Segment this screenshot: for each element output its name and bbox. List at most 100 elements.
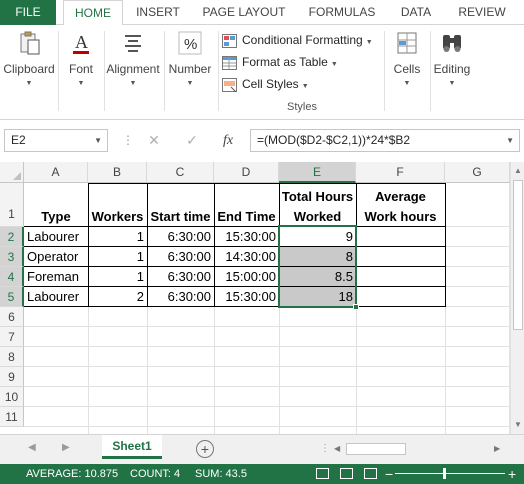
horizontal-scroll-thumb[interactable]	[346, 443, 406, 455]
row-header-2[interactable]: 2	[0, 227, 24, 247]
vertical-scroll-thumb[interactable]	[513, 180, 523, 330]
column-header-g[interactable]: G	[445, 162, 510, 183]
clipboard-button[interactable]: Clipboard ▼	[2, 29, 56, 89]
cell-b3[interactable]: 1	[88, 247, 147, 267]
cancel-button[interactable]: ✕	[142, 129, 166, 152]
cell-a4[interactable]: Foreman	[24, 267, 88, 287]
enter-button[interactable]: ✓	[180, 129, 204, 152]
cell-e1-line2[interactable]: Worked	[279, 207, 356, 227]
scroll-up-icon[interactable]: ▲	[511, 164, 524, 178]
zoom-slider-knob[interactable]	[443, 468, 446, 479]
row-header-10[interactable]: 10	[0, 387, 24, 407]
cell-a5[interactable]: Labourer	[24, 287, 88, 307]
worksheet-grid[interactable]: A B C D E F G 1 2 3 4 5 6 7 8 9 10 11 Ty…	[0, 162, 510, 434]
column-header-c[interactable]: C	[147, 162, 214, 183]
column-header-a[interactable]: A	[24, 162, 88, 183]
row-header-3[interactable]: 3	[0, 247, 24, 267]
tab-split-grip[interactable]: ⋮	[320, 443, 330, 454]
sheet-tab-sheet1[interactable]: Sheet1	[102, 435, 162, 459]
insert-function-button[interactable]: fx	[216, 129, 240, 152]
tab-home[interactable]: HOME	[63, 0, 123, 26]
chevron-down-icon[interactable]: ▼	[506, 130, 514, 151]
cell-d5[interactable]: 15:30:00	[214, 287, 279, 307]
column-header-f[interactable]: F	[356, 162, 445, 183]
select-all-corner[interactable]	[0, 162, 24, 183]
gridline	[24, 366, 510, 367]
tab-formulas[interactable]: FORMULAS	[302, 0, 382, 25]
editing-label: Editing	[433, 62, 471, 76]
tab-review[interactable]: REVIEW	[450, 0, 514, 25]
font-icon: A	[67, 29, 95, 57]
cell-e1-line1[interactable]: Total Hours	[279, 187, 356, 207]
chevron-down-icon[interactable]: ▼	[94, 130, 102, 151]
cell-f1-line2[interactable]: Work hours	[356, 207, 445, 227]
cell-c5[interactable]: 6:30:00	[147, 287, 214, 307]
scroll-right-icon[interactable]: ▶	[494, 441, 500, 457]
cell-styles-button[interactable]: Cell Styles ▼	[222, 73, 382, 95]
cell-b2[interactable]: 1	[88, 227, 147, 247]
column-header-e[interactable]: E	[279, 162, 356, 183]
cell-c3[interactable]: 6:30:00	[147, 247, 214, 267]
cells-button[interactable]: Cells ▼	[386, 29, 428, 89]
cell-d2[interactable]: 15:30:00	[214, 227, 279, 247]
font-button[interactable]: A Font ▼	[60, 29, 102, 89]
format-as-table-button[interactable]: Format as Table ▼	[222, 51, 382, 73]
row-header-11[interactable]: 11	[0, 407, 24, 427]
row-header-8[interactable]: 8	[0, 347, 24, 367]
cell-a1[interactable]: Type	[24, 207, 88, 227]
page-break-view-icon[interactable]	[364, 468, 377, 479]
conditional-formatting-button[interactable]: Conditional Formatting ▼	[222, 29, 382, 51]
column-header-b[interactable]: B	[88, 162, 147, 183]
cell-b5[interactable]: 2	[88, 287, 147, 307]
cell-c1[interactable]: Start time	[147, 207, 214, 227]
row-header-4[interactable]: 4	[0, 267, 24, 287]
format-as-table-label: Format as Table	[242, 55, 328, 69]
sheet-next-icon[interactable]: ▶	[62, 442, 70, 453]
row-header-9[interactable]: 9	[0, 367, 24, 387]
row-header-6[interactable]: 6	[0, 307, 24, 327]
row-header-7[interactable]: 7	[0, 327, 24, 347]
ribbon-tab-bar: FILE HOME INSERT PAGE LAYOUT FORMULAS DA…	[0, 0, 524, 26]
formula-input[interactable]: =(MOD($D2-$C2,1))*24*$B2 ▼	[250, 129, 520, 152]
formula-bar-grip[interactable]: ⋮	[122, 132, 134, 148]
row-header-1[interactable]: 1	[0, 183, 24, 227]
row-header-5[interactable]: 5	[0, 287, 24, 307]
format-as-table-icon	[222, 55, 237, 70]
page-layout-view-icon[interactable]	[340, 468, 353, 479]
number-label: Number	[168, 62, 212, 76]
cell-d3[interactable]: 14:30:00	[214, 247, 279, 267]
editing-button[interactable]: Editing ▼	[430, 29, 474, 89]
cell-b1[interactable]: Workers	[88, 207, 147, 227]
zoom-slider[interactable]	[395, 473, 505, 474]
cell-a2[interactable]: Labourer	[24, 227, 88, 247]
add-sheet-icon[interactable]: +	[196, 440, 214, 458]
zoom-out-icon[interactable]: −	[385, 464, 393, 484]
clipboard-icon	[15, 29, 43, 57]
normal-view-icon[interactable]	[316, 468, 329, 479]
zoom-in-icon[interactable]: +	[508, 464, 516, 484]
tab-file[interactable]: FILE	[0, 0, 56, 25]
gridline	[24, 326, 510, 327]
name-box[interactable]: E2 ▼	[4, 129, 108, 152]
scroll-down-icon[interactable]: ▼	[511, 418, 524, 432]
column-header-d[interactable]: D	[214, 162, 279, 183]
tab-page-layout[interactable]: PAGE LAYOUT	[196, 0, 292, 25]
cell-b4[interactable]: 1	[88, 267, 147, 287]
tab-insert[interactable]: INSERT	[130, 0, 186, 25]
scroll-left-icon[interactable]: ◀	[334, 441, 340, 457]
sheet-prev-icon[interactable]: ◀	[28, 442, 36, 453]
cell-c2[interactable]: 6:30:00	[147, 227, 214, 247]
alignment-button[interactable]: Alignment ▼	[104, 29, 162, 89]
fill-handle[interactable]	[353, 304, 359, 310]
cell-f1-line1[interactable]: Average	[356, 187, 445, 207]
vertical-scrollbar[interactable]: ▲ ▼	[510, 162, 524, 434]
tab-data[interactable]: DATA	[392, 0, 440, 25]
cell-c4[interactable]: 6:30:00	[147, 267, 214, 287]
cell-d1[interactable]: End Time	[214, 207, 279, 227]
horizontal-scrollbar[interactable]: ◀ ▶	[332, 441, 504, 457]
cell-d4[interactable]: 15:00:00	[214, 267, 279, 287]
cell-a3[interactable]: Operator	[24, 247, 88, 267]
formula-text: =(MOD($D2-$C2,1))*24*$B2	[257, 133, 411, 147]
selection-range	[278, 225, 357, 308]
number-button[interactable]: % Number ▼	[164, 29, 216, 89]
